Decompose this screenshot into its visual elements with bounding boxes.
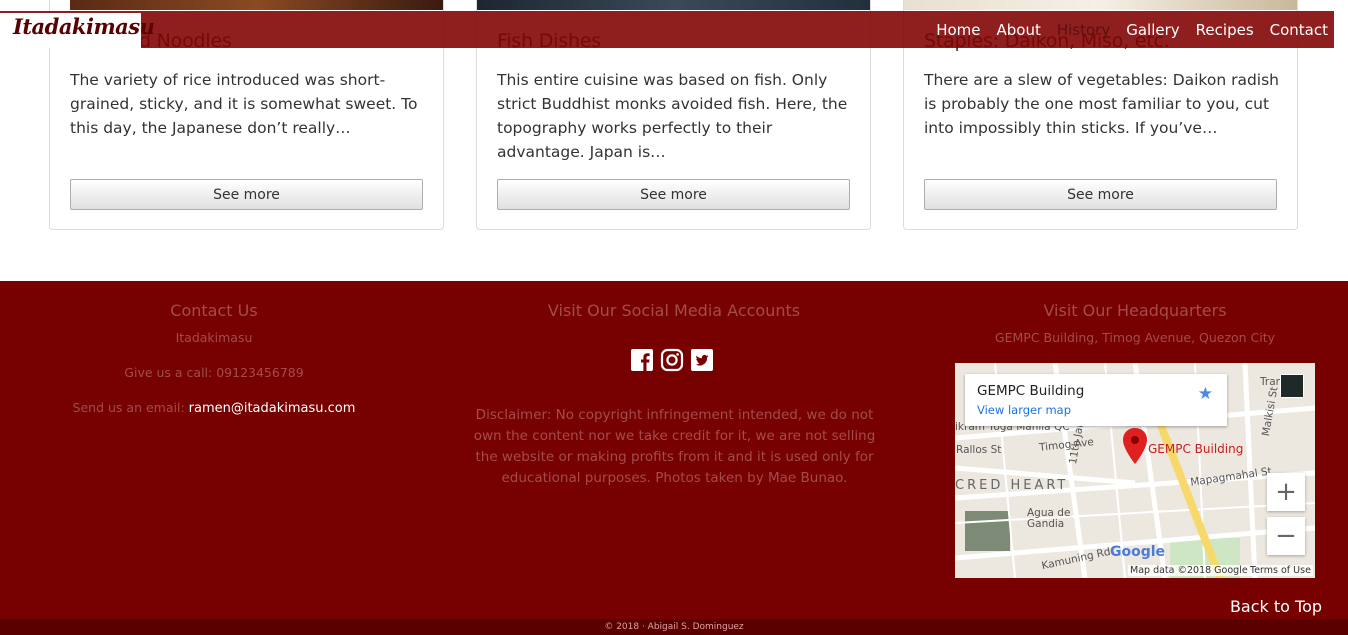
nav-about[interactable]: About: [997, 21, 1041, 39]
email-link[interactable]: ramen@itadakimasu.com: [189, 401, 356, 416]
card-text: There are a slew of vegetables: Daikon r…: [924, 71, 1280, 137]
instagram-icon[interactable]: [660, 348, 684, 372]
see-more-button[interactable]: See more: [924, 179, 1277, 210]
star-icon[interactable]: ★: [1198, 384, 1213, 404]
card-image: [477, 0, 870, 10]
embedded-map[interactable]: ikram Yoga Manila QC Timog Ave Rallos St…: [955, 363, 1315, 578]
twitter-icon[interactable]: [690, 348, 714, 372]
see-more-button[interactable]: See more: [497, 179, 850, 210]
zoom-out-button[interactable]: −: [1267, 517, 1305, 555]
map-label: Tran: [1260, 376, 1283, 388]
facebook-icon[interactable]: [630, 348, 654, 372]
copyright-bar: © 2018 · Abigail S. Dominguez: [0, 619, 1348, 635]
map-pin-label: GEMPC Building: [1148, 442, 1244, 456]
brand-logo[interactable]: Itadakimasu: [13, 14, 155, 39]
nav-recipes[interactable]: Recipes: [1196, 21, 1254, 39]
hq-heading: Visit Our Headquarters: [1043, 301, 1227, 320]
footer: Contact Us Itadakimasu Give us a call: 0…: [0, 281, 1348, 619]
map-user-avatar[interactable]: [1280, 374, 1304, 398]
email-prefix: Send us an email:: [72, 400, 185, 415]
brand-logo-box[interactable]: Itadakimasu: [0, 13, 155, 48]
social-heading: Visit Our Social Media Accounts: [547, 301, 801, 320]
zoom-in-button[interactable]: +: [1267, 473, 1305, 511]
contact-heading: Contact Us: [170, 301, 258, 320]
map-terms-link[interactable]: Terms of Use: [1248, 565, 1313, 576]
card-text: The variety of rice introduced was short…: [70, 71, 418, 137]
map-label: CRED HEART: [955, 478, 1069, 493]
nav-gallery[interactable]: Gallery: [1126, 21, 1179, 39]
map-label: Agua de Gandia: [1027, 507, 1071, 530]
see-more-button[interactable]: See more: [70, 179, 423, 210]
social-icons: [630, 348, 714, 372]
view-larger-map-link[interactable]: View larger map: [977, 403, 1071, 417]
nav-menu: Home About History Gallery Recipes Conta…: [936, 11, 1328, 48]
card-image: [70, 0, 443, 10]
map-place-title: GEMPC Building: [977, 383, 1085, 399]
map-label: Rallos St: [956, 444, 1002, 456]
nav-history[interactable]: History: [1057, 21, 1110, 39]
card-text: This entire cuisine was based on fish. O…: [497, 71, 848, 161]
card-image: [904, 0, 1297, 10]
map-attribution: Map data ©2018 Google: [1128, 565, 1250, 576]
disclaimer-text: Disclaimer: No copyright infringement in…: [473, 407, 876, 486]
hq-address: GEMPC Building, Timog Avenue, Quezon Cit…: [994, 330, 1276, 345]
contact-email: Send us an email: ramen@itadakimasu.com: [64, 400, 364, 416]
nav-home[interactable]: Home: [936, 21, 980, 39]
contact-phone: Give us a call: 09123456789: [124, 365, 304, 380]
contact-name: Itadakimasu: [175, 330, 253, 345]
nav-contact[interactable]: Contact: [1270, 21, 1328, 39]
map-info-card: GEMPC Building View larger map ★: [965, 374, 1227, 426]
google-logo: Google: [1110, 544, 1166, 560]
navbar: Home About History Gallery Recipes Conta…: [0, 11, 1334, 48]
